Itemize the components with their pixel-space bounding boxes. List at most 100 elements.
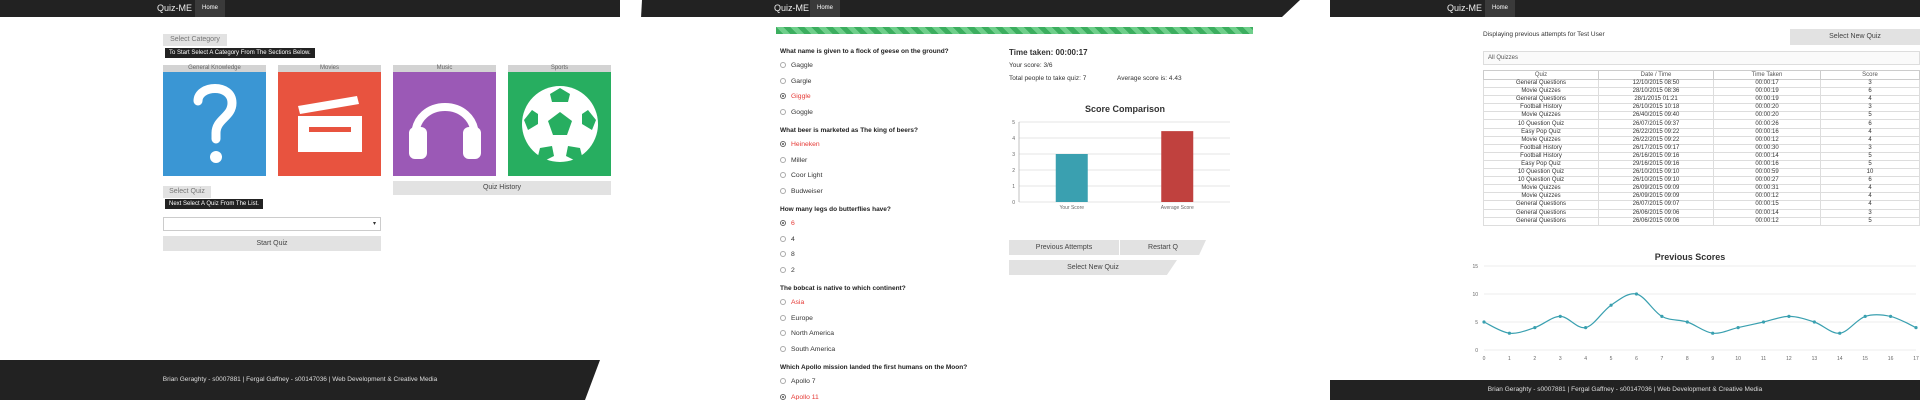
brand-logo[interactable]: Quiz-ME xyxy=(157,3,192,13)
answer-option[interactable]: 2 xyxy=(780,267,795,274)
radio-button[interactable] xyxy=(780,330,786,337)
data-point[interactable] xyxy=(1888,314,1893,318)
radio-button[interactable] xyxy=(780,345,786,352)
restart-quiz-button[interactable]: Restart Q xyxy=(1120,240,1206,255)
data-point[interactable] xyxy=(1660,314,1664,318)
category-tile-general-knowledge[interactable]: General Knowledge xyxy=(163,65,266,183)
answer-option[interactable]: Goggle xyxy=(780,109,813,116)
answer-option[interactable]: Coor Light xyxy=(780,172,822,179)
radio-button[interactable] xyxy=(780,251,786,258)
radio-button[interactable] xyxy=(780,235,786,242)
table-row: Football History 26/16/2015 09:16 00:00:14… xyxy=(1483,151,1920,161)
answer-option[interactable]: South America xyxy=(780,346,835,353)
answer-option[interactable]: Apollo 7 xyxy=(780,378,816,385)
table-cell: Football History xyxy=(1483,103,1599,113)
bar[interactable] xyxy=(1055,154,1088,202)
category-tile-sports[interactable]: Sports xyxy=(508,65,611,183)
answer-label: Asia xyxy=(791,299,805,306)
column-header-quiz[interactable]: Quiz xyxy=(1483,70,1599,80)
table-cell: Football History xyxy=(1483,151,1599,161)
select-new-quiz-button[interactable]: Select New Quiz xyxy=(1009,260,1177,275)
category-tile-movies[interactable]: Movies xyxy=(278,65,381,183)
table-cell: Movie Quizzes xyxy=(1483,135,1599,145)
answer-option[interactable]: Apollo 11 xyxy=(780,394,819,400)
column-header-time[interactable]: Time Taken xyxy=(1713,70,1821,80)
data-point[interactable] xyxy=(1863,314,1867,318)
navbar: Quiz-ME Home xyxy=(0,0,620,17)
radio-button[interactable] xyxy=(780,187,786,194)
category-label: General Knowledge xyxy=(163,65,266,72)
category-tile-music[interactable]: Music xyxy=(393,65,496,183)
radio-button[interactable] xyxy=(780,141,786,148)
answer-option[interactable]: 4 xyxy=(780,236,795,243)
answer-option[interactable]: Budweiser xyxy=(780,188,823,195)
table-row: Easy Pop Quiz 26/22/2015 09:22 00:00:16 4 xyxy=(1483,127,1920,137)
data-point[interactable] xyxy=(1787,314,1791,318)
answer-label: South America xyxy=(791,345,836,353)
radio-button[interactable] xyxy=(780,156,786,163)
table-cell: 00:00:14 xyxy=(1713,208,1821,218)
radio-button[interactable] xyxy=(780,314,786,321)
answer-option[interactable]: North America xyxy=(780,330,834,337)
column-header-score[interactable]: Score xyxy=(1820,70,1920,80)
brand-logo[interactable]: Quiz-ME xyxy=(1447,3,1482,13)
radio-button[interactable] xyxy=(780,220,786,227)
y-tick-label: 2 xyxy=(1012,168,1015,174)
start-quiz-button[interactable]: Start Quiz xyxy=(163,236,381,251)
radio-button[interactable] xyxy=(780,77,786,84)
bar[interactable] xyxy=(1161,131,1194,202)
nav-home-link[interactable]: Home xyxy=(195,0,226,17)
table-cell: 26/17/2015 09:17 xyxy=(1598,143,1714,153)
data-point[interactable] xyxy=(1838,331,1842,335)
answer-option[interactable]: Miller xyxy=(780,157,807,164)
quiz-filter-select[interactable]: All Quizzes xyxy=(1483,51,1920,65)
table-cell: 00:00:12 xyxy=(1713,216,1821,226)
data-point[interactable] xyxy=(1533,326,1537,330)
data-point[interactable] xyxy=(1634,292,1639,296)
radio-button[interactable] xyxy=(780,266,786,273)
brand-logo[interactable]: Quiz-ME xyxy=(774,3,809,13)
radio-button[interactable] xyxy=(780,93,786,100)
x-tick-label: 9 xyxy=(1711,356,1714,362)
select-category-button[interactable]: Select Category xyxy=(163,34,227,46)
data-point[interactable] xyxy=(1507,331,1512,335)
radio-button[interactable] xyxy=(780,378,786,385)
x-tick-label: 14 xyxy=(1837,356,1843,362)
radio-button[interactable] xyxy=(780,108,786,115)
data-point[interactable] xyxy=(1812,320,1816,324)
answer-option[interactable]: 8 xyxy=(780,251,795,258)
nav-home-link[interactable]: Home xyxy=(1485,0,1516,17)
radio-button[interactable] xyxy=(780,172,786,179)
radio-button[interactable] xyxy=(780,62,786,69)
select-new-quiz-button[interactable]: Select New Quiz xyxy=(1790,29,1920,45)
table-cell: 00:00:31 xyxy=(1713,184,1821,194)
data-point[interactable] xyxy=(1609,303,1613,307)
data-point[interactable] xyxy=(1761,320,1766,324)
answer-option[interactable]: 6 xyxy=(780,220,795,227)
data-point[interactable] xyxy=(1736,326,1740,330)
quiz-select[interactable]: ▾ xyxy=(163,217,381,231)
data-point[interactable] xyxy=(1558,314,1562,318)
data-point[interactable] xyxy=(1914,326,1918,330)
data-point[interactable] xyxy=(1482,320,1486,324)
nav-home-link[interactable]: Home xyxy=(810,0,841,17)
answer-option[interactable]: Gaggle xyxy=(780,62,813,69)
table-row: Movie Quizzes 26/40/2015 09:40 00:00:20 5 xyxy=(1483,111,1920,121)
category-label: Movies xyxy=(278,65,381,72)
answer-option[interactable]: Asia xyxy=(780,299,804,306)
answer-option[interactable]: Giggle xyxy=(780,93,811,100)
answer-option[interactable]: Europe xyxy=(780,315,813,322)
radio-button[interactable] xyxy=(780,299,786,306)
column-header-date[interactable]: Date / Time xyxy=(1598,70,1714,80)
table-cell: 00:00:12 xyxy=(1713,135,1821,145)
answer-option[interactable]: Gargle xyxy=(780,78,811,85)
radio-button[interactable] xyxy=(780,393,786,400)
answer-option[interactable]: Heineken xyxy=(780,141,820,148)
quiz-history-button[interactable]: Quiz History xyxy=(393,181,611,195)
table-cell: 5 xyxy=(1820,216,1920,226)
previous-attempts-button[interactable]: Previous Attempts xyxy=(1009,240,1119,255)
select-quiz-button[interactable]: Select Quiz xyxy=(163,186,211,198)
data-point[interactable] xyxy=(1685,320,1689,324)
data-point[interactable] xyxy=(1584,326,1588,330)
data-point[interactable] xyxy=(1711,331,1715,335)
